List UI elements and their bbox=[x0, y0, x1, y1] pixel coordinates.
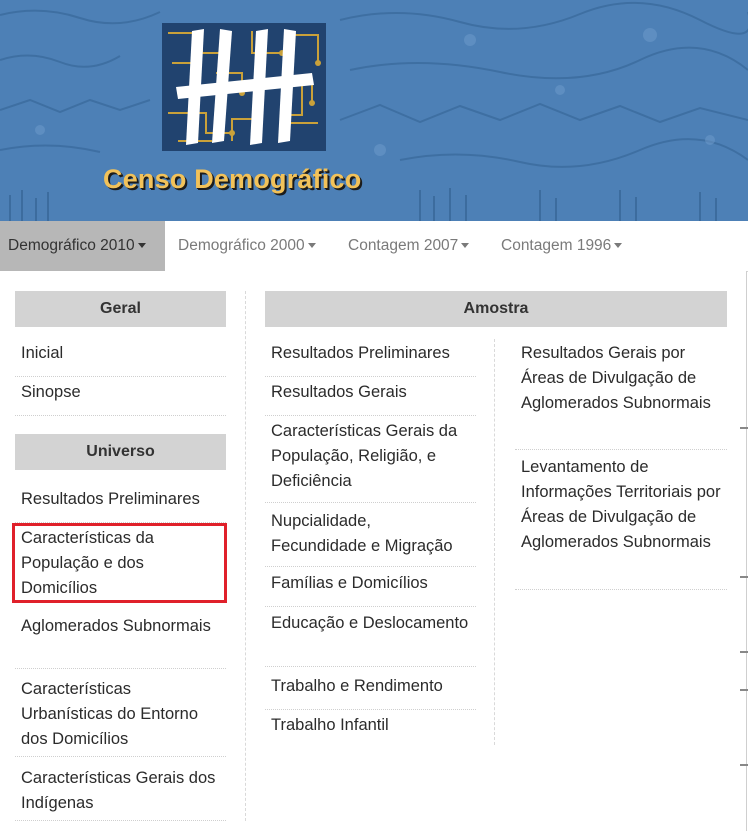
menu-item-label: Características da População e dos Domic… bbox=[21, 529, 154, 597]
column-divider bbox=[245, 291, 246, 821]
caret-down-icon bbox=[307, 243, 316, 248]
menu-item-label: Resultados Gerais por Áreas de Divulgaçã… bbox=[521, 344, 711, 412]
tab-label: Contagem 2007 bbox=[348, 237, 459, 254]
menu-item-label: Educação e Deslocamento bbox=[271, 614, 469, 632]
menu-item-label: Características Gerais da População, Rel… bbox=[271, 422, 458, 490]
menu-item-label: Resultados Preliminares bbox=[271, 344, 450, 362]
census-tally-logo-icon bbox=[162, 23, 326, 151]
tab-contagem-2007[interactable]: Contagem 2007 bbox=[348, 221, 470, 271]
menu-item-amostra-resultados-preliminares[interactable]: Resultados Preliminares bbox=[265, 341, 476, 377]
tab-label: Demográfico 2000 bbox=[178, 237, 305, 254]
tab-contagem-1996[interactable]: Contagem 1996 bbox=[501, 221, 623, 271]
tab-demografico-2010[interactable]: Demográfico 2010 bbox=[0, 221, 165, 271]
section-header-geral: Geral bbox=[15, 291, 226, 327]
menu-item-amostra-resultados-gerais[interactable]: Resultados Gerais bbox=[265, 380, 476, 416]
menu-item-resultados-preliminares[interactable]: Resultados Preliminares bbox=[15, 487, 226, 523]
menu-item-inicial[interactable]: Inicial bbox=[15, 341, 226, 377]
page-edge-fragment bbox=[740, 576, 748, 578]
section-header-amostra: Amostra bbox=[265, 291, 727, 327]
menu-item-aglomerados-subnormais[interactable]: Aglomerados Subnormais bbox=[15, 614, 226, 669]
menu-item-caracteristicas-urbanisticas[interactable]: Características Urbanísticas do Entorno … bbox=[15, 677, 226, 757]
section-header-universo: Universo bbox=[15, 434, 226, 470]
menu-item-label: Características Gerais dos Indígenas bbox=[21, 769, 216, 812]
menu-item-label: Resultados Gerais bbox=[271, 383, 407, 401]
menu-item-label: Características Urbanísticas do Entorno … bbox=[21, 680, 199, 748]
menu-item-trabalho-rendimento[interactable]: Trabalho e Rendimento bbox=[265, 674, 476, 710]
menu-item-levantamento-informacoes-territoriais[interactable]: Levantamento de Informações Territoriais… bbox=[515, 455, 727, 590]
menu-item-label: Resultados Preliminares bbox=[21, 490, 200, 508]
menu-item-label: Trabalho e Rendimento bbox=[271, 677, 443, 695]
menu-item-label: Inicial bbox=[21, 344, 64, 362]
menu-item-caracteristicas-populacao-domicilios[interactable]: Características da População e dos Domic… bbox=[15, 526, 226, 601]
menu-item-resultados-gerais-aglomerados[interactable]: Resultados Gerais por Áreas de Divulgaçã… bbox=[515, 341, 727, 450]
main-nav: Demográfico 2010 Demográfico 2000 Contag… bbox=[0, 221, 748, 272]
menu-item-label: Famílias e Domicílios bbox=[271, 574, 428, 592]
page-edge-fragment bbox=[740, 427, 748, 429]
menu-item-label: Levantamento de Informações Territoriais… bbox=[521, 458, 721, 551]
dropdown-menu-panel: Geral Inicial Sinopse Universo Resultado… bbox=[0, 271, 748, 831]
menu-item-trabalho-infantil[interactable]: Trabalho Infantil bbox=[265, 713, 476, 749]
tab-label: Demográfico 2010 bbox=[8, 237, 135, 254]
column-divider bbox=[494, 339, 495, 745]
menu-item-caracteristicas-gerais-populacao[interactable]: Características Gerais da População, Rel… bbox=[265, 419, 476, 503]
menu-item-sinopse[interactable]: Sinopse bbox=[15, 380, 226, 416]
caret-down-icon bbox=[461, 243, 470, 248]
menu-item-familias-domicilios[interactable]: Famílias e Domicílios bbox=[265, 571, 476, 607]
caret-down-icon bbox=[137, 243, 146, 248]
menu-item-label: Trabalho Infantil bbox=[271, 716, 389, 734]
page-edge-fragment bbox=[740, 689, 748, 691]
page-edge-fragment bbox=[740, 764, 748, 766]
menu-item-label: Sinopse bbox=[21, 383, 81, 401]
tab-demografico-2000[interactable]: Demográfico 2000 bbox=[178, 221, 316, 271]
menu-item-label: Aglomerados Subnormais bbox=[21, 617, 211, 635]
menu-item-educacao-deslocamento[interactable]: Educação e Deslocamento bbox=[265, 611, 476, 667]
tab-label: Contagem 1996 bbox=[501, 237, 612, 254]
page-edge-fragment bbox=[740, 651, 748, 653]
menu-item-label: Nupcialidade, Fecundidade e Migração bbox=[271, 512, 453, 555]
caret-down-icon bbox=[614, 243, 623, 248]
site-banner: Censo Demográfico bbox=[0, 0, 748, 221]
site-title: Censo Demográfico bbox=[103, 164, 362, 194]
menu-item-caracteristicas-indigenas[interactable]: Características Gerais dos Indígenas bbox=[15, 766, 226, 821]
menu-item-nupcialidade[interactable]: Nupcialidade, Fecundidade e Migração bbox=[265, 509, 476, 567]
